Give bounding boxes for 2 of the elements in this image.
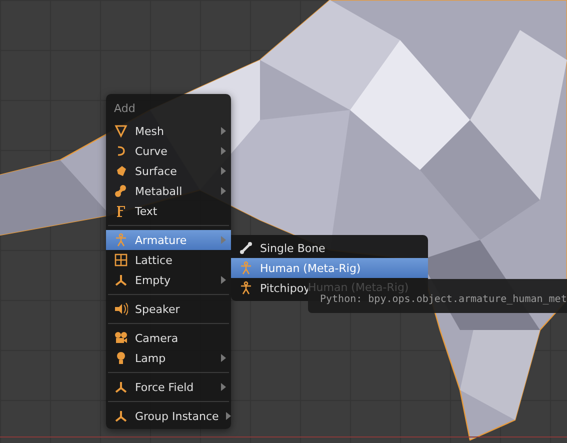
- python-path: Python: bpy.ops.object.armature_human_met: [320, 294, 567, 305]
- menu-title: Add: [113, 101, 136, 117]
